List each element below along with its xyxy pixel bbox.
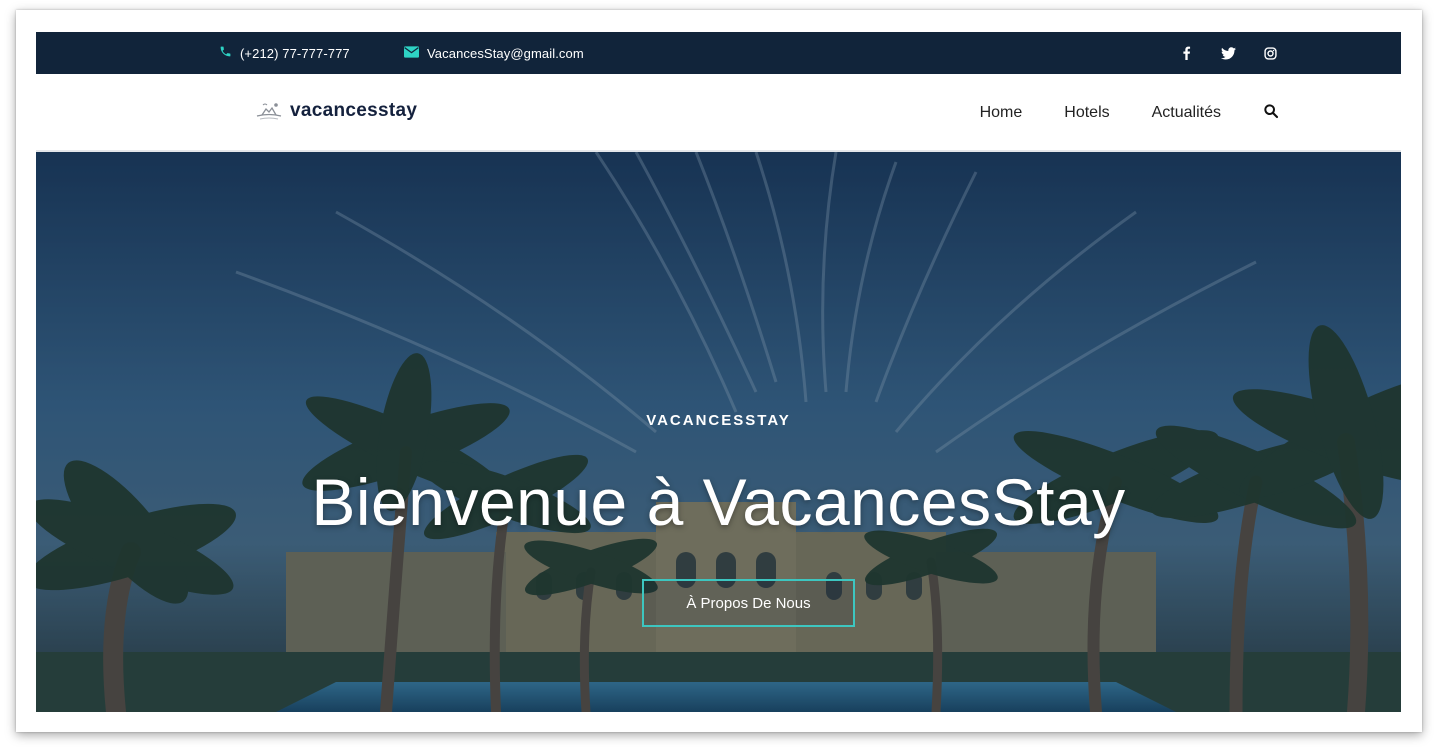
instagram-icon[interactable] (1262, 45, 1278, 61)
hero-headline: Bienvenue à VacancesStay (311, 465, 1126, 539)
phone-icon (219, 45, 232, 61)
hero-section: VACANCESSTAY Bienvenue à VacancesStay À … (36, 152, 1401, 712)
email-contact[interactable]: VacancesStay@gmail.com (404, 32, 584, 74)
email-icon (404, 45, 419, 61)
page: (+212) 77-777-777 VacancesStay@gmail.com (36, 32, 1401, 712)
nav-home[interactable]: Home (980, 104, 1023, 122)
hero-eyebrow: VACANCESSTAY (646, 412, 791, 429)
nav-actualites[interactable]: Actualités (1152, 104, 1221, 122)
hero-overlay (36, 152, 1401, 712)
logo-icon (256, 103, 282, 120)
twitter-icon[interactable] (1220, 45, 1236, 61)
phone-number: (+212) 77-777-777 (240, 45, 350, 61)
search-icon[interactable] (1263, 103, 1279, 124)
about-us-button[interactable]: À Propos De Nous (642, 579, 855, 627)
social-links (1178, 32, 1278, 74)
phone-contact[interactable]: (+212) 77-777-777 (219, 32, 350, 74)
nav-hotels[interactable]: Hotels (1064, 104, 1109, 122)
top-bar: (+212) 77-777-777 VacancesStay@gmail.com (36, 32, 1401, 74)
main-menu: Home Hotels Actualités (980, 74, 1279, 152)
email-address: VacancesStay@gmail.com (427, 45, 584, 61)
main-navbar: vacancesstay Home Hotels Actualités (36, 74, 1401, 152)
facebook-icon[interactable] (1178, 45, 1194, 61)
brand-logo[interactable]: vacancesstay (254, 100, 417, 122)
brand-name: vacancesstay (290, 100, 418, 121)
